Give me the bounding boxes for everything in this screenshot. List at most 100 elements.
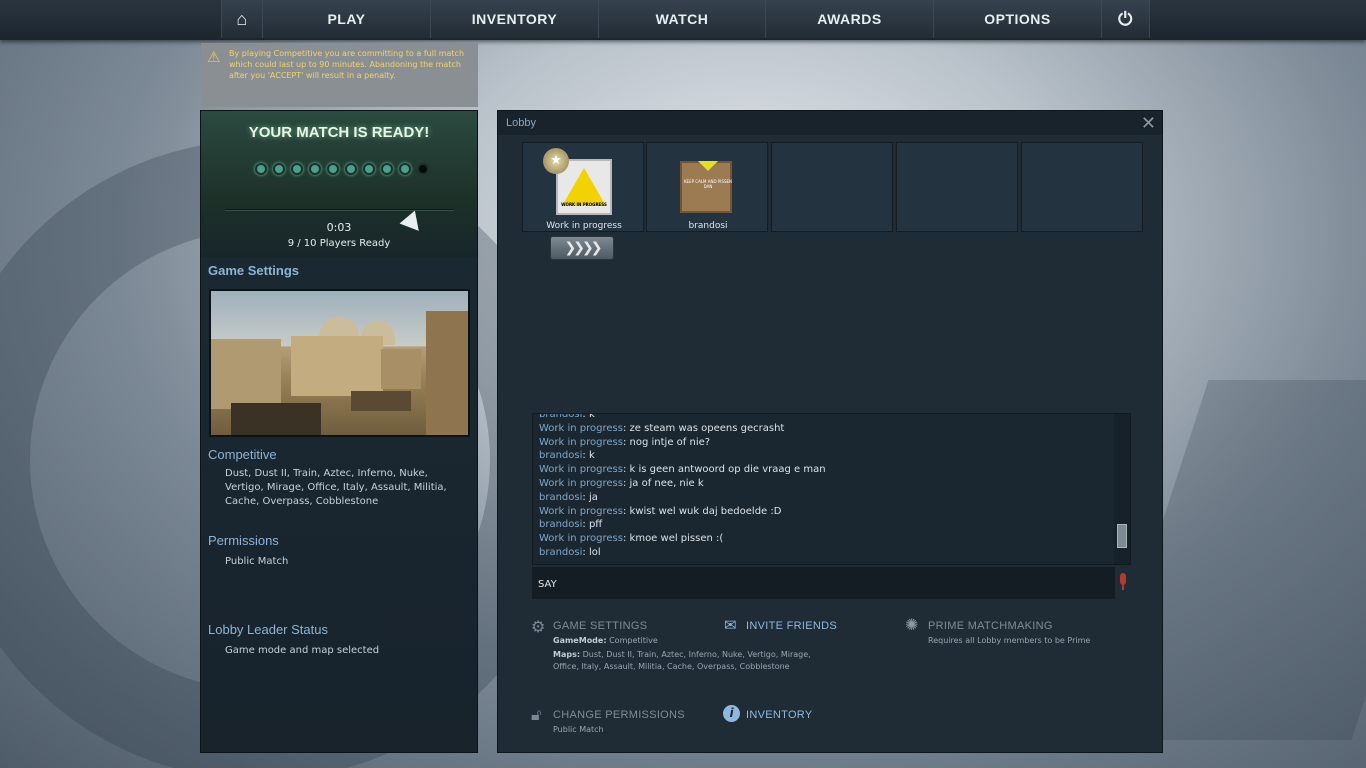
chat-text: lol xyxy=(588,546,601,558)
gear-icon[interactable]: ⚙ xyxy=(531,617,545,636)
permissions-heading: Permissions xyxy=(208,533,279,548)
chat-message: Work in progress: kwist wel wuk daj bedo… xyxy=(539,505,826,519)
inventory-button[interactable]: INVENTORY xyxy=(746,709,812,721)
chat-text: kwist wel wuk daj bedoelde :D xyxy=(629,505,782,517)
envelope-icon[interactable]: ✉ xyxy=(724,616,737,634)
map-wall xyxy=(291,336,383,396)
power-icon: ⏻ xyxy=(1118,8,1133,29)
nav-awards[interactable]: AWARDS xyxy=(766,0,934,38)
mic-capsule xyxy=(1120,573,1126,585)
left-panel: YOUR MATCH IS READY! 0:03 9 / 10 Players… xyxy=(200,110,478,753)
maps-line1: Dust, Dust II, Train, Aztec, Inferno, Nu… xyxy=(582,650,811,659)
accept-timer: 0:03 xyxy=(326,221,352,234)
change-permissions-button[interactable]: CHANGE PERMISSIONS xyxy=(553,709,685,721)
lock-icon[interactable]: 🔓︎ xyxy=(531,705,541,725)
accept-progress-bar xyxy=(225,209,454,211)
top-navigation: ⌂ PLAY INVENTORY WATCH AWARDS OPTIONS ⏻ xyxy=(0,0,1366,40)
chat-message: Work in progress: nog intje of nie? xyxy=(539,436,826,450)
close-icon[interactable]: ✕ xyxy=(1141,113,1156,134)
chat-input[interactable]: SAY xyxy=(532,567,1115,599)
accepted-dot xyxy=(327,163,339,175)
chat-scrollbar[interactable] xyxy=(1114,414,1130,564)
nav-watch[interactable]: WATCH xyxy=(599,0,766,38)
mode-heading: Competitive xyxy=(208,447,277,462)
chat-author: brandosi xyxy=(539,519,583,531)
chat-text: k xyxy=(588,450,595,462)
player-name: Work in progress xyxy=(546,221,622,231)
match-ready-panel: YOUR MATCH IS READY! 0:03 9 / 10 Players… xyxy=(201,111,477,257)
game-settings-heading: Game Settings xyxy=(208,263,300,278)
map-wall xyxy=(426,311,468,435)
empty-slot[interactable] xyxy=(771,142,893,232)
prime-requirement: Requires all Lobby members to be Prime xyxy=(928,636,1091,645)
lobby-header: Lobby ✕ xyxy=(498,111,1162,135)
game-settings-summary: GameMode: Competitive xyxy=(553,635,658,647)
power-button[interactable]: ⏻ xyxy=(1102,0,1150,38)
pending-dot xyxy=(417,163,429,175)
nav-options[interactable]: OPTIONS xyxy=(934,0,1102,38)
accepted-dot xyxy=(255,163,267,175)
chat-author: Work in progress xyxy=(539,422,623,434)
accepted-dot xyxy=(363,163,375,175)
chat-message: brandosi: k xyxy=(539,413,826,422)
permissions-summary: Public Match xyxy=(553,725,604,734)
prime-icon: ✺ xyxy=(905,615,919,634)
chat-text: ja of nee, nie k xyxy=(629,477,704,489)
rank-chevrons-icon: ❯❯❯❯ xyxy=(550,236,614,260)
chat-author: brandosi xyxy=(539,546,583,558)
chat-message: Work in progress: kmoe wel pissen :( xyxy=(539,532,826,546)
accepted-dot xyxy=(309,163,321,175)
chat-message: Work in progress: k is geen antwoord op … xyxy=(539,463,826,477)
player-slot[interactable]: KEEP CALM AND PISSEN DAN brandosi xyxy=(646,142,768,232)
map-shadow xyxy=(231,403,321,435)
microphone-icon[interactable] xyxy=(1118,573,1128,593)
info-icon[interactable]: i xyxy=(723,705,740,722)
chat-text: nog intje of nie? xyxy=(629,436,711,448)
lobby-chat: brandosi: k Work in progress: ze steam wa… xyxy=(532,413,1131,565)
avatar-flag xyxy=(698,161,718,171)
player-avatar[interactable]: KEEP CALM AND PISSEN DAN xyxy=(680,161,732,213)
accepted-dot xyxy=(345,163,357,175)
match-ready-title: YOUR MATCH IS READY! xyxy=(248,124,430,141)
game-settings-button[interactable]: GAME SETTINGS xyxy=(553,620,647,632)
chat-message: brandosi: k xyxy=(539,449,826,463)
permissions-value: Public Match xyxy=(225,556,289,567)
nav-inventory[interactable]: INVENTORY xyxy=(431,0,599,38)
chat-message: brandosi: lol xyxy=(539,546,826,560)
home-button[interactable]: ⌂ xyxy=(221,0,263,38)
map-shadow xyxy=(351,391,411,411)
player-slot[interactable]: WORK IN PROGRESS ★ Work in progress xyxy=(522,142,644,232)
avatar-text: KEEP CALM AND PISSEN DAN xyxy=(683,179,733,189)
chat-author: Work in progress xyxy=(539,477,623,489)
mic-stand xyxy=(1122,585,1124,590)
players-ready-text: 9 / 10 Players Ready xyxy=(287,238,391,249)
accepted-dot xyxy=(381,163,393,175)
say-label: SAY xyxy=(538,579,557,590)
lobby-leader-heading: Lobby Leader Status xyxy=(208,622,328,637)
chat-text: k is geen antwoord op die vraag e man xyxy=(629,464,826,476)
chat-message: Work in progress: ze steam was opeens ge… xyxy=(539,422,826,436)
chat-text: ze steam was opeens gecrasht xyxy=(629,422,785,434)
chat-author: brandosi xyxy=(539,413,583,420)
map-wall xyxy=(381,349,421,389)
chat-author: Work in progress xyxy=(539,464,623,476)
chat-message: brandosi: ja xyxy=(539,491,826,505)
map-wall xyxy=(211,339,281,409)
medal-icon: ★ xyxy=(543,148,569,174)
nav-play[interactable]: PLAY xyxy=(263,0,431,38)
prime-matchmaking-button[interactable]: PRIME MATCHMAKING xyxy=(928,620,1053,632)
invite-friends-button[interactable]: INVITE FRIENDS xyxy=(746,620,837,632)
chat-message: Work in progress: ja of nee, nie k xyxy=(539,477,826,491)
lobby-title: Lobby xyxy=(506,117,536,129)
chat-text: ja xyxy=(588,491,598,503)
empty-slot[interactable] xyxy=(1021,142,1143,232)
accept-indicators xyxy=(255,163,429,175)
warning-sign-icon xyxy=(562,168,606,206)
empty-slot[interactable] xyxy=(896,142,1018,232)
player-name: brandosi xyxy=(688,221,728,231)
chat-message: brandosi: pff xyxy=(539,518,826,532)
chat-author: Work in progress xyxy=(539,505,623,517)
chat-messages: brandosi: k Work in progress: ze steam wa… xyxy=(539,413,826,560)
chat-scroll-thumb[interactable] xyxy=(1117,524,1127,548)
gamemode-value: Competitive xyxy=(609,636,658,645)
